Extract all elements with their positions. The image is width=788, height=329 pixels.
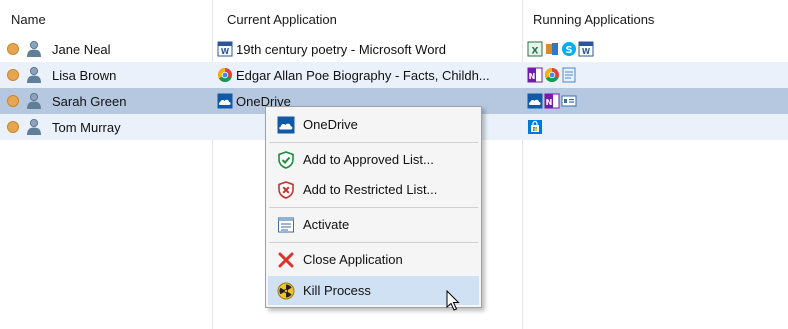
onenote-icon: N xyxy=(544,93,560,109)
lync-icon xyxy=(545,42,559,56)
menu-item-add-to-approved-list[interactable]: Add to Approved List... xyxy=(268,145,479,174)
status-dot-icon xyxy=(7,95,19,107)
mouse-cursor-icon xyxy=(446,290,460,311)
current-application: 19th century poetry - Microsoft Word xyxy=(236,41,447,57)
status-dot-icon xyxy=(7,43,19,55)
status-dot-icon xyxy=(7,121,19,133)
onenote-icon: N xyxy=(527,67,543,83)
menu-item-label: OneDrive xyxy=(303,117,358,132)
context-menu: OneDrive Add to Approved List... Add to … xyxy=(265,106,482,308)
user-icon xyxy=(27,93,41,109)
menu-item-onedrive[interactable]: OneDrive xyxy=(268,110,479,139)
menu-separator xyxy=(269,242,478,243)
onedrive-icon xyxy=(217,93,233,109)
svg-text:N: N xyxy=(546,98,553,107)
close-x-icon xyxy=(278,252,294,268)
table-row[interactable]: Lisa Brown Edgar Allan Poe Biography - F… xyxy=(0,62,788,88)
svg-text:X: X xyxy=(532,47,539,57)
word-icon: W xyxy=(578,41,594,57)
skype-icon: S xyxy=(562,42,576,56)
radiation-icon xyxy=(277,282,295,300)
activate-window-icon xyxy=(278,217,294,233)
menu-item-label: Close Application xyxy=(303,252,403,267)
chrome-icon xyxy=(545,68,559,82)
window-icon xyxy=(561,95,577,107)
status-dot-icon xyxy=(7,69,19,81)
svg-text:N: N xyxy=(529,72,536,81)
user-icon xyxy=(27,67,41,83)
user-icon xyxy=(27,41,41,57)
onedrive-icon xyxy=(277,116,295,134)
menu-item-label: Add to Approved List... xyxy=(303,152,434,167)
column-header-name[interactable]: Name xyxy=(11,0,46,36)
column-header-current-application[interactable]: Current Application xyxy=(227,0,337,36)
menu-item-label: Add to Restricted List... xyxy=(303,182,438,197)
menu-item-close-application[interactable]: Close Application xyxy=(268,245,479,274)
menu-item-label: Activate xyxy=(303,217,350,232)
table-row[interactable]: Jane Neal W 19th century poetry - Micros… xyxy=(0,36,788,62)
column-header-running-applications[interactable]: Running Applications xyxy=(533,0,654,36)
chrome-icon xyxy=(218,68,232,82)
excel-icon: X xyxy=(527,41,543,57)
user-name: Lisa Brown xyxy=(52,67,117,83)
shield-check-icon xyxy=(278,151,294,169)
onedrive-icon xyxy=(527,93,543,109)
svg-text:S: S xyxy=(565,45,572,56)
user-name: Tom Murray xyxy=(52,119,121,135)
menu-item-add-to-restricted-list[interactable]: Add to Restricted List... xyxy=(268,175,479,204)
svg-text:W: W xyxy=(582,47,591,56)
user-name: Jane Neal xyxy=(52,41,111,57)
user-icon xyxy=(27,119,41,135)
menu-item-label: Kill Process xyxy=(303,283,371,298)
notepad-icon xyxy=(562,67,576,83)
menu-separator xyxy=(269,142,478,143)
shield-x-icon xyxy=(278,181,294,199)
word-icon: W xyxy=(217,41,233,57)
current-application: Edgar Allan Poe Biography - Facts, Child… xyxy=(236,67,490,83)
store-icon xyxy=(528,120,542,134)
menu-item-activate[interactable]: Activate xyxy=(268,210,479,239)
svg-text:W: W xyxy=(221,47,230,56)
menu-separator xyxy=(269,207,478,208)
user-name: Sarah Green xyxy=(52,93,127,109)
